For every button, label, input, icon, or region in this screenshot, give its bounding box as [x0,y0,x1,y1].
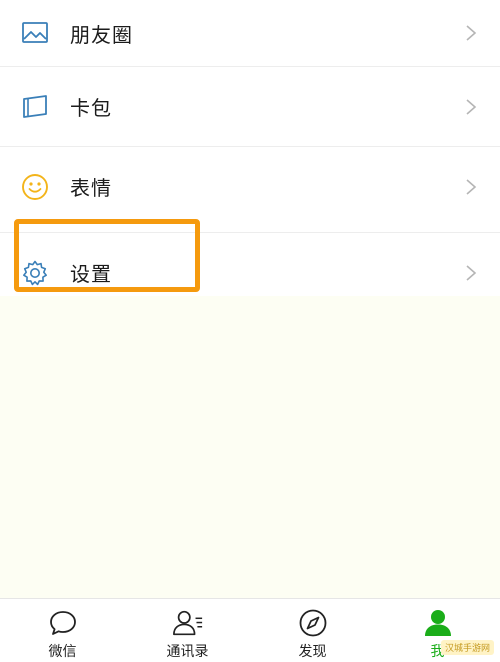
menu-item-label: 设置 [70,262,112,286]
chevron-right-icon [466,25,477,41]
empty-area [0,296,500,598]
menu-item-stickers[interactable]: 表情 [0,146,500,226]
tab-label: 微信 [48,644,77,660]
chevron-right-icon [466,264,477,281]
tab-label: 通讯录 [166,644,209,660]
smiley-icon [19,171,51,203]
card-icon [19,91,51,123]
contacts-icon [172,607,204,639]
tab-label: 发现 [298,644,327,660]
chevron-right-icon [466,98,477,115]
menu-item-label: 卡包 [70,96,112,120]
person-icon [422,607,454,639]
tab-contacts[interactable]: 通讯录 [125,599,250,662]
photo-icon [19,17,51,49]
menu-item-label: 朋友圈 [70,22,133,47]
menu-item-label: 表情 [70,176,112,200]
menu-item-card-wallet[interactable]: 卡包 [0,66,500,146]
chat-bubble-icon [47,607,79,639]
menu-list: 朋友圈 卡包 表情 设置 [0,0,500,312]
gear-icon [19,257,51,289]
watermark-logo: 汉城手游网 [440,640,494,655]
compass-icon [297,607,329,639]
menu-item-moments[interactable]: 朋友圈 [0,0,500,66]
tab-chats[interactable]: 微信 [0,599,125,662]
tab-discover[interactable]: 发现 [250,599,375,662]
chevron-right-icon [466,178,477,195]
bottom-tab-bar: 微信 通讯录 发现 我 [0,598,500,662]
